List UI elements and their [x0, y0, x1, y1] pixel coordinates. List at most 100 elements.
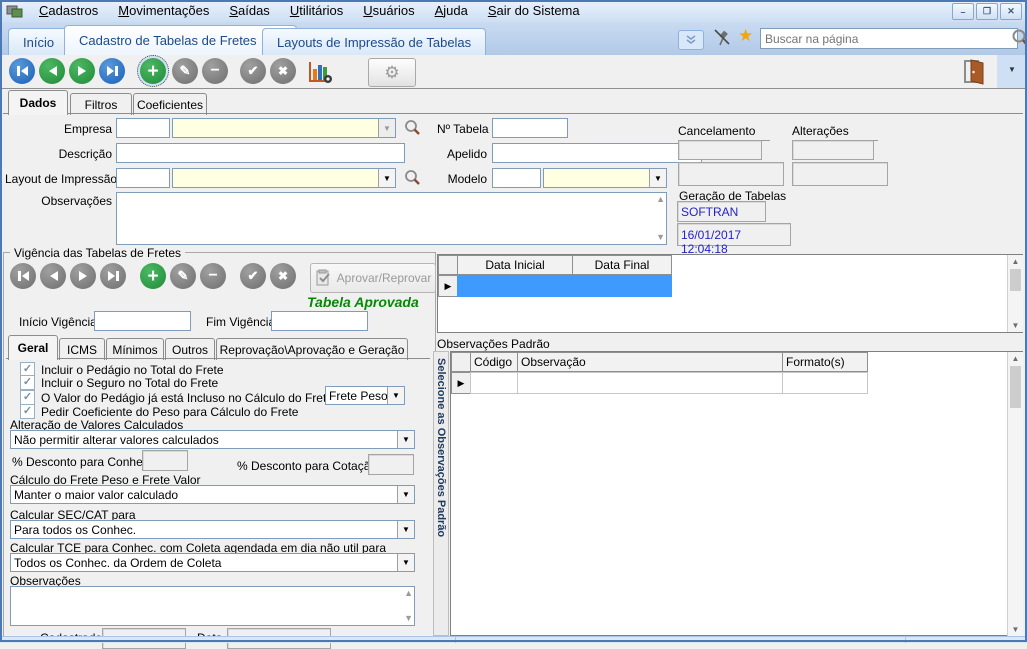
tab-minimos[interactable]: Mínimos — [106, 338, 164, 360]
aprovar-reprovar-button[interactable]: Aprovar/Reprovar — [310, 263, 436, 293]
checkbox-checked-icon[interactable]: ✓ — [20, 375, 35, 390]
vigencia-row-data-final[interactable] — [572, 275, 672, 297]
empresa-lookup-icon[interactable] — [403, 118, 422, 137]
toolbar-overflow-dropdown[interactable]: ▼ — [997, 55, 1027, 88]
chevron-down-icon[interactable]: ▼ — [397, 554, 414, 571]
modelo-code-input[interactable] — [492, 168, 541, 188]
scroll-down-icon[interactable]: ▼ — [404, 614, 413, 623]
chevron-down-icon[interactable]: ▼ — [649, 169, 666, 187]
scroll-down-icon[interactable]: ▼ — [1008, 321, 1023, 330]
col-header-data-inicial[interactable]: Data Inicial — [457, 255, 573, 275]
checkbox-checked-icon[interactable]: ✓ — [20, 404, 35, 419]
tab-geral[interactable]: Geral — [8, 335, 58, 360]
scrollbar-thumb[interactable] — [1010, 269, 1021, 291]
scroll-up-icon[interactable]: ▲ — [1008, 257, 1023, 266]
layout-code-input[interactable] — [116, 168, 170, 188]
tab-list-expander-button[interactable] — [678, 30, 704, 50]
empresa-combo[interactable]: ▼ — [172, 118, 396, 138]
search-icon[interactable] — [1011, 28, 1027, 48]
edit-record-button[interactable]: ✎ — [172, 58, 198, 84]
minimize-button[interactable]: – — [952, 3, 974, 20]
vigencia-edit-button[interactable]: ✎ — [170, 263, 196, 289]
unpin-icon[interactable] — [712, 28, 732, 48]
next-record-button[interactable] — [69, 58, 95, 84]
tab-layouts-impressao[interactable]: Layouts de Impressão de Tabelas — [262, 28, 486, 55]
vigencia-add-button[interactable]: + — [140, 263, 166, 289]
selecione-observacoes-strip[interactable]: Selecione as Observações Padrão — [433, 351, 449, 636]
chevron-down-icon[interactable]: ▼ — [378, 119, 395, 137]
vigencia-next-button[interactable] — [70, 263, 96, 289]
apelido-input[interactable] — [492, 143, 702, 163]
modelo-combo[interactable]: ▼ — [543, 168, 667, 188]
favorites-star-icon[interactable]: ★ — [738, 26, 753, 46]
geral-observacoes-textarea[interactable]: ▲ ▼ — [10, 586, 415, 626]
chevron-down-icon[interactable]: ▼ — [378, 169, 395, 187]
menu-sair[interactable]: Sair do Sistema — [478, 1, 590, 21]
checkbox-checked-icon[interactable]: ✓ — [20, 390, 35, 405]
fim-vigencia-input[interactable] — [271, 311, 368, 331]
num-tabela-input[interactable] — [492, 118, 568, 138]
first-record-button[interactable] — [9, 58, 35, 84]
inicio-vigencia-input[interactable] — [94, 311, 191, 331]
obs-grid-scrollbar[interactable]: ▲ ▼ — [1007, 352, 1023, 636]
scroll-down-icon[interactable]: ▼ — [1008, 625, 1023, 634]
seccat-combo[interactable]: Para todos os Conhec. ▼ — [10, 520, 415, 539]
scroll-down-icon[interactable]: ▼ — [656, 233, 665, 242]
empresa-code-input[interactable] — [116, 118, 170, 138]
exit-door-icon[interactable] — [963, 59, 987, 85]
tab-coeficientes[interactable]: Coeficientes — [133, 93, 207, 115]
layout-combo[interactable]: ▼ — [172, 168, 396, 188]
obs-row-selector[interactable]: ▶ — [451, 372, 471, 394]
col-header-formatos[interactable]: Formato(s) — [782, 352, 868, 372]
col-header-codigo[interactable]: Código — [470, 352, 518, 372]
vigencia-row-data-inicial[interactable] — [457, 275, 573, 297]
observacoes-textarea[interactable]: ▲ ▼ — [116, 192, 667, 245]
vigencia-cancel-button[interactable]: ✖ — [270, 263, 296, 289]
menu-utilitarios[interactable]: Utilitários — [280, 1, 353, 21]
vigencia-previous-button[interactable] — [40, 263, 66, 289]
tab-filtros[interactable]: Filtros — [70, 93, 132, 115]
tab-dados[interactable]: Dados — [8, 90, 68, 115]
scroll-up-icon[interactable]: ▲ — [404, 589, 413, 598]
vigencia-row-selector[interactable]: ▶ — [438, 275, 458, 297]
scrollbar-thumb[interactable] — [1010, 366, 1021, 408]
restore-button[interactable]: ❐ — [976, 3, 998, 20]
chevron-down-icon[interactable]: ▼ — [397, 521, 414, 538]
tab-reprovacao-aprovacao[interactable]: Reprovação\Aprovação e Geração — [216, 338, 408, 360]
vigencia-last-button[interactable] — [100, 263, 126, 289]
menu-ajuda[interactable]: Ajuda — [425, 1, 478, 21]
chevron-down-icon[interactable]: ▼ — [397, 431, 414, 448]
vigencia-grid-scrollbar[interactable]: ▲ ▼ — [1007, 255, 1023, 332]
cancel-button[interactable]: ✖ — [270, 58, 296, 84]
layout-lookup-icon[interactable] — [403, 168, 422, 187]
alteracao-valores-combo[interactable]: Não permitir alterar valores calculados … — [10, 430, 415, 449]
menu-cadastros[interactable]: Cadastros — [29, 1, 108, 21]
col-header-observacao[interactable]: Observação — [517, 352, 783, 372]
tce-combo[interactable]: Todos os Conhec. da Ordem de Coleta ▼ — [10, 553, 415, 572]
delete-record-button[interactable]: − — [202, 58, 228, 84]
obs-row-observacao[interactable] — [517, 372, 783, 394]
vigencia-confirm-button[interactable]: ✔ — [240, 263, 266, 289]
confirm-button[interactable]: ✔ — [240, 58, 266, 84]
chevron-down-icon[interactable]: ▼ — [397, 486, 414, 503]
vigencia-delete-button[interactable]: − — [200, 263, 226, 289]
menu-usuarios[interactable]: Usuários — [353, 1, 424, 21]
chevron-down-icon[interactable]: ▼ — [387, 387, 404, 404]
search-input[interactable] — [760, 28, 1018, 49]
vigencia-first-button[interactable] — [10, 263, 36, 289]
settings-button[interactable]: ⚙ — [368, 58, 416, 87]
add-record-button[interactable]: + — [140, 58, 166, 84]
previous-record-button[interactable] — [39, 58, 65, 84]
chart-settings-icon[interactable] — [307, 60, 333, 84]
frete-peso-combo[interactable]: Frete Peso ▼ — [325, 386, 405, 405]
descricao-input[interactable] — [116, 143, 405, 163]
menu-saidas[interactable]: Saídas — [219, 1, 279, 21]
calculo-frete-combo[interactable]: Manter o maior valor calculado ▼ — [10, 485, 415, 504]
scroll-up-icon[interactable]: ▲ — [1008, 354, 1023, 363]
menu-movimentacoes[interactable]: Movimentações — [108, 1, 219, 21]
obs-row-codigo[interactable] — [470, 372, 518, 394]
tab-outros[interactable]: Outros — [165, 338, 215, 360]
obs-row-formatos[interactable] — [782, 372, 868, 394]
last-record-button[interactable] — [99, 58, 125, 84]
tab-inicio[interactable]: Início — [8, 28, 69, 55]
